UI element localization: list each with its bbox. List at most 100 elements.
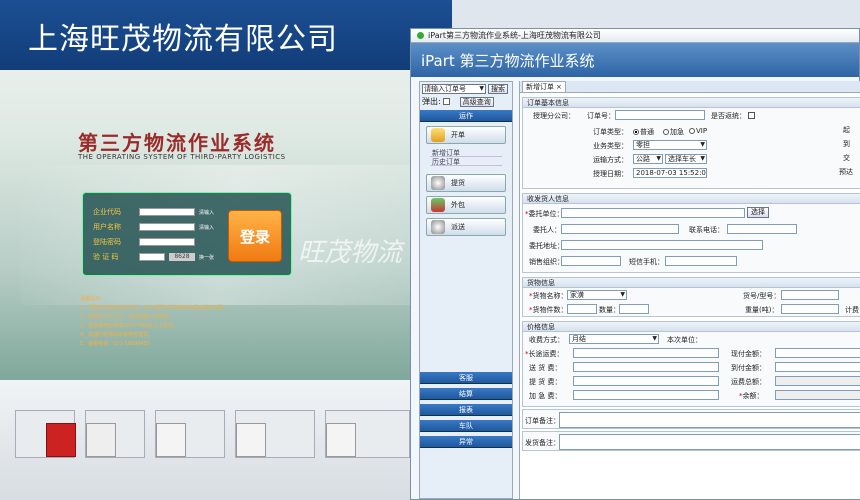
- company-code-note: 清输入: [199, 209, 215, 216]
- lock-icon: [431, 198, 445, 212]
- business-type-select[interactable]: 零担: [633, 140, 707, 150]
- fee-label-long-haul: 长途运费：: [525, 349, 564, 359]
- password-input[interactable]: [139, 238, 195, 246]
- captcha-input[interactable]: [139, 253, 165, 261]
- address-input[interactable]: [561, 240, 763, 250]
- op-label: 派送: [451, 223, 465, 231]
- qty-input[interactable]: [619, 304, 649, 314]
- tips-title: 温馨提示：: [80, 296, 106, 302]
- pencil-icon: [431, 128, 445, 142]
- company-code-input[interactable]: [139, 208, 195, 216]
- ipart-window: iPart第三方物流作业系统-上海旺茂物流有限公司 iPart 第三方物流作业系…: [410, 28, 860, 500]
- fee-input-urgent[interactable]: [573, 390, 719, 400]
- search-button[interactable]: 搜索: [488, 84, 508, 94]
- username-input[interactable]: [139, 223, 195, 231]
- transport-select[interactable]: 公路: [633, 154, 663, 164]
- return-checkbox[interactable]: [748, 112, 755, 119]
- pieces-input[interactable]: [567, 304, 597, 314]
- order-number-select[interactable]: 请输入订单号: [422, 84, 486, 94]
- op-label: 外包: [451, 201, 465, 209]
- order-info-header: 订单基本信息: [523, 98, 860, 108]
- tab-label: 新增订单: [526, 83, 554, 91]
- section-settlement[interactable]: 结算: [420, 388, 512, 400]
- phone-input[interactable]: [727, 224, 797, 234]
- return-label: 是否返统：: [711, 112, 746, 120]
- tab-new-order[interactable]: 新增订单 ×: [522, 81, 566, 92]
- fee-input-long-haul[interactable]: [573, 348, 719, 358]
- order-type-radio-normal[interactable]: 普通: [633, 127, 654, 137]
- sub-item-new-order[interactable]: 新增订单: [430, 148, 502, 157]
- fee-input-delivery[interactable]: [573, 362, 719, 372]
- login-window: 上海旺茂物流有限公司 旺茂物流 第三方物流作业系统 THE OPERATING …: [0, 0, 452, 380]
- order-note-input[interactable]: [559, 412, 860, 428]
- sms-phone-input[interactable]: [665, 256, 737, 266]
- ship-note-label: 发货备注：: [525, 439, 560, 447]
- section-ops-header[interactable]: 运作: [420, 110, 512, 122]
- outsource-button[interactable]: 外包: [426, 196, 506, 214]
- price-info-header: 价格信息: [523, 322, 860, 332]
- total-freight-input: [775, 376, 860, 386]
- weight-input[interactable]: [781, 304, 839, 314]
- balance-label: 余额：: [739, 391, 764, 401]
- order-note-label: 订单备注：: [525, 417, 560, 425]
- op-label: 开单: [451, 131, 465, 139]
- goods-name-label: 货物名称：: [529, 291, 568, 301]
- business-type-label: 业务类型：: [593, 142, 628, 150]
- popup-checkbox[interactable]: [442, 98, 450, 105]
- radio-icon: [689, 128, 695, 134]
- order-type-radio-urgent[interactable]: 加急: [663, 127, 684, 137]
- radio-icon: [663, 129, 669, 135]
- model-input[interactable]: [781, 290, 839, 300]
- collect-amount-input[interactable]: [775, 362, 860, 372]
- app-header: iPart 第三方物流作业系统: [411, 43, 859, 77]
- company-title: 上海旺茂物流有限公司: [28, 22, 338, 57]
- branch-label: 授理分公司：: [533, 112, 575, 120]
- goods-name-select[interactable]: 家潢: [567, 290, 627, 300]
- consignor-input[interactable]: [561, 224, 679, 234]
- fee-input-pickup[interactable]: [573, 376, 719, 386]
- advanced-search-button[interactable]: 高级查询: [459, 96, 494, 107]
- fee-label-pickup: 提 货 费：: [529, 378, 562, 386]
- consignor-unit-input[interactable]: [561, 208, 745, 218]
- section-service[interactable]: 客服: [420, 372, 512, 384]
- left-nav-panel: 请输入订单号 搜索 弹出: 高级查询 运作 开单 新增订单 历史订单 提货 外包…: [419, 81, 513, 499]
- captcha-label: 验 证 码: [93, 253, 119, 261]
- tip-line: 5、客服电话：021-59598455: [80, 341, 150, 347]
- close-icon[interactable]: ×: [556, 83, 562, 91]
- order-type-label: 订单类型：: [593, 128, 628, 136]
- captcha-refresh-link[interactable]: 换一张: [199, 254, 214, 261]
- consignor-label: 委托人：: [533, 226, 561, 234]
- truck-image: [85, 410, 145, 458]
- search-row: 请输入订单号 搜索: [420, 82, 512, 96]
- login-button[interactable]: 登录: [228, 210, 282, 262]
- password-row: 登陆密码: [93, 237, 195, 247]
- select-button[interactable]: 选择: [747, 207, 769, 218]
- pickup-button[interactable]: 提货: [426, 174, 506, 192]
- tip-line: 2、密码区分大小写，请注意输入法状态。: [80, 314, 174, 320]
- charge-method-label: 收费方式：: [529, 336, 564, 344]
- window-titlebar[interactable]: iPart第三方物流作业系统-上海旺茂物流有限公司: [411, 29, 859, 43]
- delivery-button[interactable]: 派送: [426, 218, 506, 236]
- accept-date-input[interactable]: 2018-07-03 15:52:02: [633, 168, 707, 178]
- truck-image: [325, 410, 410, 458]
- order-no-input[interactable]: [615, 110, 705, 120]
- open-order-button[interactable]: 开单: [426, 126, 506, 144]
- order-no-label: 订单号：: [587, 112, 615, 120]
- order-type-radio-vip[interactable]: VIP: [689, 127, 707, 135]
- section-exceptions[interactable]: 异常: [420, 436, 512, 448]
- vehicle-length-select[interactable]: 选择车长: [665, 154, 707, 164]
- sales-org-input[interactable]: [561, 256, 621, 266]
- ship-note-input[interactable]: [559, 434, 860, 450]
- sub-item-history-order[interactable]: 历史订单: [430, 157, 502, 166]
- total-freight-label: 运费总额：: [731, 378, 766, 386]
- section-reports[interactable]: 报表: [420, 404, 512, 416]
- phone-label: 联系电话：: [689, 226, 724, 234]
- login-banner: 上海旺茂物流有限公司: [0, 0, 452, 70]
- section-fleet[interactable]: 车队: [420, 420, 512, 432]
- pieces-label: 货物件数：: [529, 305, 568, 315]
- charge-method-select[interactable]: 月结: [569, 334, 659, 344]
- captcha-image[interactable]: 8628: [169, 253, 195, 261]
- party-info-header: 收发货人信息: [523, 194, 860, 204]
- cash-amount-input[interactable]: [775, 348, 860, 358]
- balance-input: [775, 390, 860, 400]
